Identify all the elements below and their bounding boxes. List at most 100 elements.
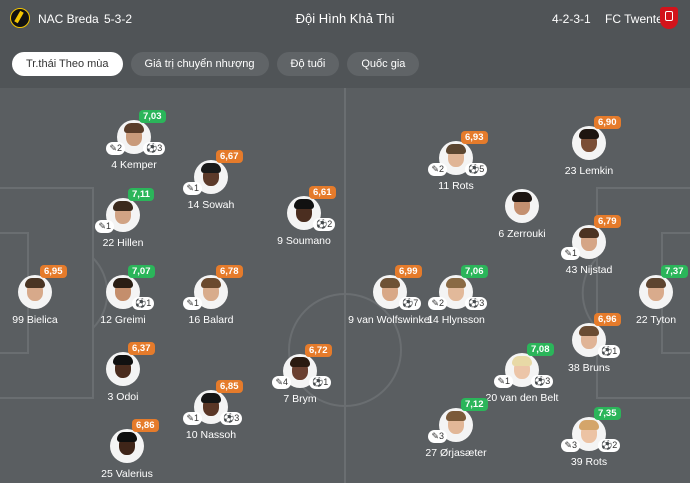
tab-market-value[interactable]: Giá trị chuyển nhượng (130, 52, 269, 76)
assist-chip: ✎3 (428, 430, 447, 443)
assist-chip: ✎2 (428, 297, 447, 310)
rating-badge: 7,11 (128, 188, 154, 201)
player-photo: 6,86 (110, 419, 159, 463)
player-photo (505, 189, 539, 223)
player-photo: 6,96 ⚽1 (572, 313, 621, 358)
player-name: 39 Rots (570, 456, 608, 468)
goal-chip: ⚽1 (132, 297, 155, 310)
rating-badge: 6,72 (305, 344, 332, 357)
player-name: 14 Sowah (187, 199, 235, 211)
player-photo: 6,85 ✎1 ⚽3 (183, 380, 243, 425)
rating-badge: 6,37 (128, 342, 155, 355)
lineup-tabs: Tr.thái Theo mùa Giá trị chuyển nhượng Đ… (12, 52, 420, 76)
player-bielica[interactable]: 6,95 99 Bielica (0, 265, 80, 326)
player-photo: 7,12 ✎3 (428, 398, 488, 443)
assist-chip: ✎1 (183, 182, 202, 195)
player-photo: 6,79 ✎1 (561, 215, 621, 260)
player-rots-39[interactable]: 7,35 ✎3 ⚽2 39 Rots (544, 407, 634, 468)
player-photo: 6,37 (106, 342, 155, 386)
player-greimi[interactable]: 7,07 ⚽1 12 Greimi (78, 265, 168, 326)
goal-chip: ⚽3 (220, 412, 243, 425)
player-photo: 6,61 ⚽2 (287, 186, 336, 231)
assist-chip: ✎1 (561, 247, 580, 260)
assist-chip: ✎1 (494, 375, 513, 388)
player-tyton[interactable]: 7,37 22 Tyton (611, 265, 690, 326)
rating-badge: 6,90 (594, 116, 621, 129)
player-orjasaeter[interactable]: 7,12 ✎3 27 Ørjasæter (411, 398, 501, 459)
player-photo: 6,99 ⚽7 (373, 265, 422, 310)
player-photo: 7,06 ✎2 ⚽3 (428, 265, 488, 310)
tab-nationality[interactable]: Quốc gia (347, 52, 420, 76)
player-valerius[interactable]: 6,86 25 Valerius (82, 419, 172, 480)
player-balard[interactable]: 6,78 ✎1 16 Balard (166, 265, 256, 326)
player-brym[interactable]: 6,72 ✎4 ⚽1 7 Brym (255, 344, 345, 405)
player-name: 20 van den Belt (485, 392, 559, 404)
away-formation: 4-2-3-1 (552, 12, 591, 26)
player-photo: 6,67 ✎1 (183, 150, 243, 195)
player-name: 14 Hlynsson (427, 314, 485, 326)
player-hillen[interactable]: 7,11 ✎1 22 Hillen (78, 188, 168, 249)
player-lemkin[interactable]: 6,90 23 Lemkin (544, 116, 634, 177)
rating-badge: 6,61 (309, 186, 336, 199)
player-name: 23 Lemkin (564, 165, 614, 177)
player-van-den-belt[interactable]: 7,08 ✎1 ⚽3 20 van den Belt (477, 343, 567, 404)
rating-badge: 6,85 (216, 380, 243, 393)
player-name: 10 Nassoh (185, 429, 237, 441)
goal-chip: ⚽2 (313, 218, 336, 231)
goal-chip: ⚽1 (598, 345, 621, 358)
player-photo: 6,72 ✎4 ⚽1 (272, 344, 332, 389)
assist-chip: ✎3 (561, 439, 580, 452)
player-name: 25 Valerius (101, 468, 153, 480)
tab-age[interactable]: Độ tuổi (276, 52, 340, 76)
rating-badge: 6,95 (40, 265, 67, 278)
player-soumano[interactable]: 6,61 ⚽2 9 Soumano (259, 186, 349, 247)
player-photo: 7,03 ✎2 ⚽3 (106, 110, 166, 155)
assist-chip: ✎2 (428, 163, 447, 176)
rating-badge: 7,35 (594, 407, 621, 420)
player-photo: 7,35 ✎3 ⚽2 (561, 407, 621, 452)
player-name: 9 Soumano (277, 235, 331, 247)
player-name: 12 Greimi (100, 314, 146, 326)
rating-badge: 6,79 (594, 215, 621, 228)
rating-badge: 7,03 (139, 110, 166, 123)
player-photo: 6,90 (572, 116, 621, 160)
away-team-name[interactable]: FC Twente (605, 12, 663, 26)
player-photo: 7,11 ✎1 (95, 188, 154, 233)
player-photo: 7,37 (639, 265, 688, 309)
player-hlynsson[interactable]: 7,06 ✎2 ⚽3 14 Hlynsson (411, 265, 501, 326)
rating-badge: 7,08 (527, 343, 554, 356)
player-name: 99 Bielica (12, 314, 58, 326)
player-nassoh[interactable]: 6,85 ✎1 ⚽3 10 Nassoh (166, 380, 256, 441)
goal-chip: ⚽3 (143, 142, 166, 155)
goal-chip: ⚽3 (531, 375, 554, 388)
rating-badge: 6,86 (132, 419, 159, 432)
player-photo: 6,95 (18, 265, 67, 309)
player-nijstad[interactable]: 6,79 ✎1 43 Nijstad (544, 215, 634, 276)
rating-badge: 6,93 (461, 131, 488, 144)
goal-chip: ⚽5 (465, 163, 488, 176)
player-name: 3 Odoi (107, 391, 139, 403)
player-photo: 6,93 ✎2 ⚽5 (428, 131, 488, 176)
match-header: NAC Breda 5-3-2 Đội Hình Khả Thi 4-2-3-1… (0, 0, 690, 40)
player-rots[interactable]: 6,93 ✎2 ⚽5 11 Rots (411, 131, 501, 192)
rating-badge: 7,06 (461, 265, 488, 278)
player-name: 27 Ørjasæter (425, 447, 487, 459)
fc-twente-logo-icon (660, 7, 678, 29)
rating-badge: 6,96 (594, 313, 621, 326)
player-odoi[interactable]: 6,37 3 Odoi (78, 342, 168, 403)
rating-badge: 7,37 (661, 265, 688, 278)
tab-season-form[interactable]: Tr.thái Theo mùa (12, 52, 123, 76)
goal-chip: ⚽1 (309, 376, 332, 389)
player-photo: 7,07 ⚽1 (106, 265, 155, 310)
player-photo: 6,78 ✎1 (183, 265, 243, 310)
rating-badge: 6,67 (216, 150, 243, 163)
assist-chip: ✎4 (272, 376, 291, 389)
player-name: 16 Balard (188, 314, 234, 326)
player-name: 7 Brym (283, 393, 317, 405)
rating-badge: 6,78 (216, 265, 243, 278)
player-sowah[interactable]: 6,67 ✎1 14 Sowah (166, 150, 256, 211)
assist-chip: ✎1 (183, 412, 202, 425)
goal-chip: ⚽2 (598, 439, 621, 452)
rating-badge: 7,12 (461, 398, 488, 411)
player-photo: 7,08 ✎1 ⚽3 (494, 343, 554, 388)
